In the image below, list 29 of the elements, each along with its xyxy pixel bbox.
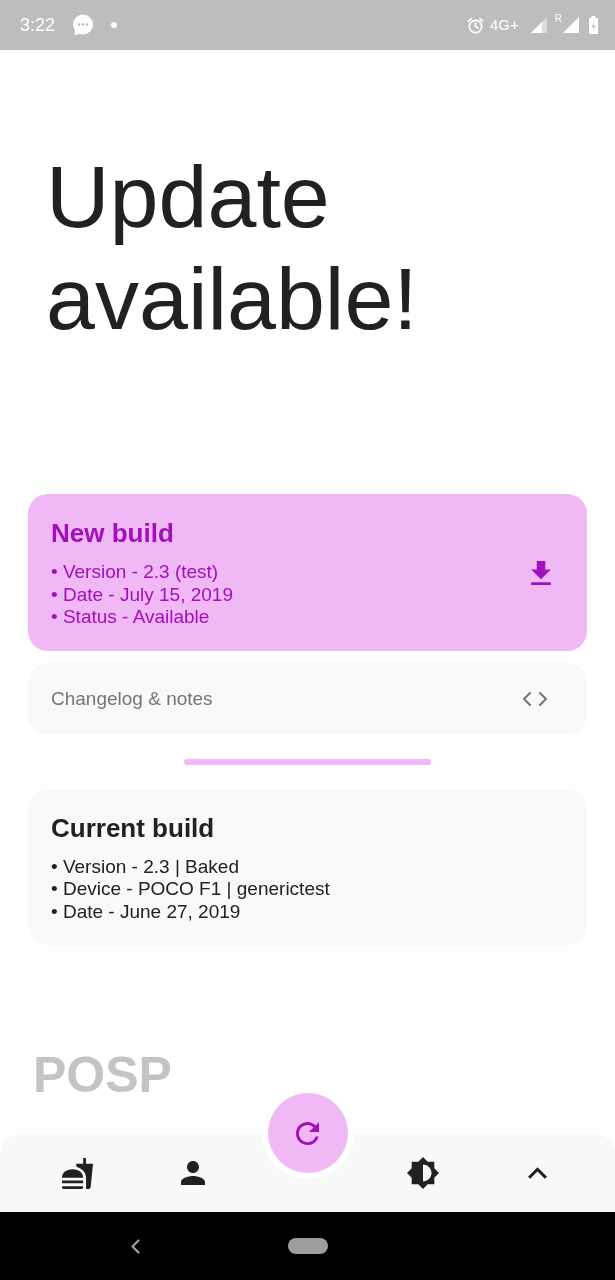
brightness-icon[interactable] (406, 1157, 439, 1189)
code-icon (523, 691, 547, 706)
changelog-row[interactable]: Changelog & notes (28, 662, 587, 735)
network-type: 4G+ (490, 16, 519, 34)
clock-time: 3:22 (20, 14, 56, 36)
signal-icon (530, 17, 547, 33)
download-icon[interactable] (531, 561, 551, 585)
detail-line: • Version - 2.3 | Baked (51, 855, 240, 878)
notification-dot-icon (111, 22, 118, 28)
detail-line: • Version - 2.3 (test) (51, 561, 220, 584)
card-title: New build (51, 518, 175, 548)
detail-line: • Date - July 15, 2019 (51, 583, 233, 606)
alarm-clock-icon (467, 16, 484, 34)
back-icon[interactable] (130, 1238, 140, 1254)
logo-text: POSP (33, 1050, 173, 1100)
refresh-icon (296, 1121, 319, 1145)
message-bubble-icon (72, 14, 95, 36)
home-button[interactable] (287, 1238, 328, 1254)
detail-line: • Status - Available (51, 606, 211, 629)
detail-line: • Date - June 27, 2019 (51, 900, 242, 923)
signal-icon (563, 17, 579, 33)
detail-line: • Device - POCO F1 | generictest (51, 878, 330, 901)
chevron-up-icon[interactable] (528, 1167, 547, 1179)
roaming-indicator: R (554, 13, 562, 24)
page-title: Update available! (46, 146, 419, 350)
card-title: Current build (51, 812, 216, 843)
battery-charging-icon (589, 16, 598, 34)
person-icon[interactable] (180, 1161, 205, 1185)
burger-drink-icon[interactable] (62, 1157, 93, 1189)
